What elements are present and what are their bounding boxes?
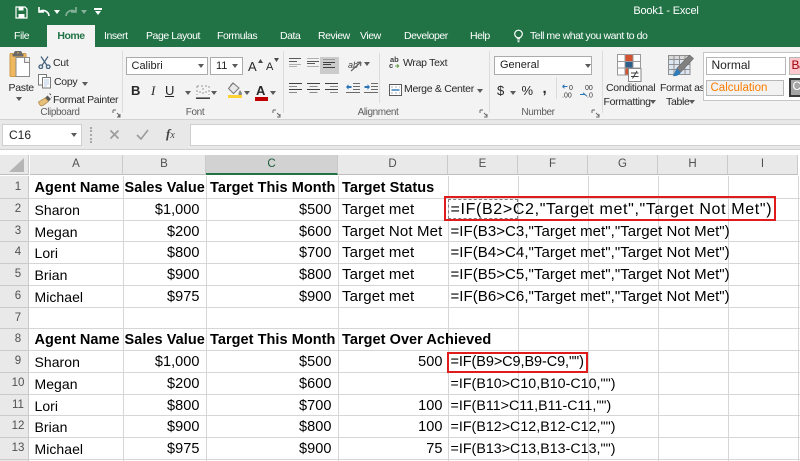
svg-text:00: 00 bbox=[585, 85, 593, 92]
svg-text:.0: .0 bbox=[587, 93, 593, 99]
svg-text:0: 0 bbox=[569, 85, 573, 92]
svg-text:.00: .00 bbox=[562, 93, 572, 99]
svg-text:c: c bbox=[389, 61, 393, 69]
